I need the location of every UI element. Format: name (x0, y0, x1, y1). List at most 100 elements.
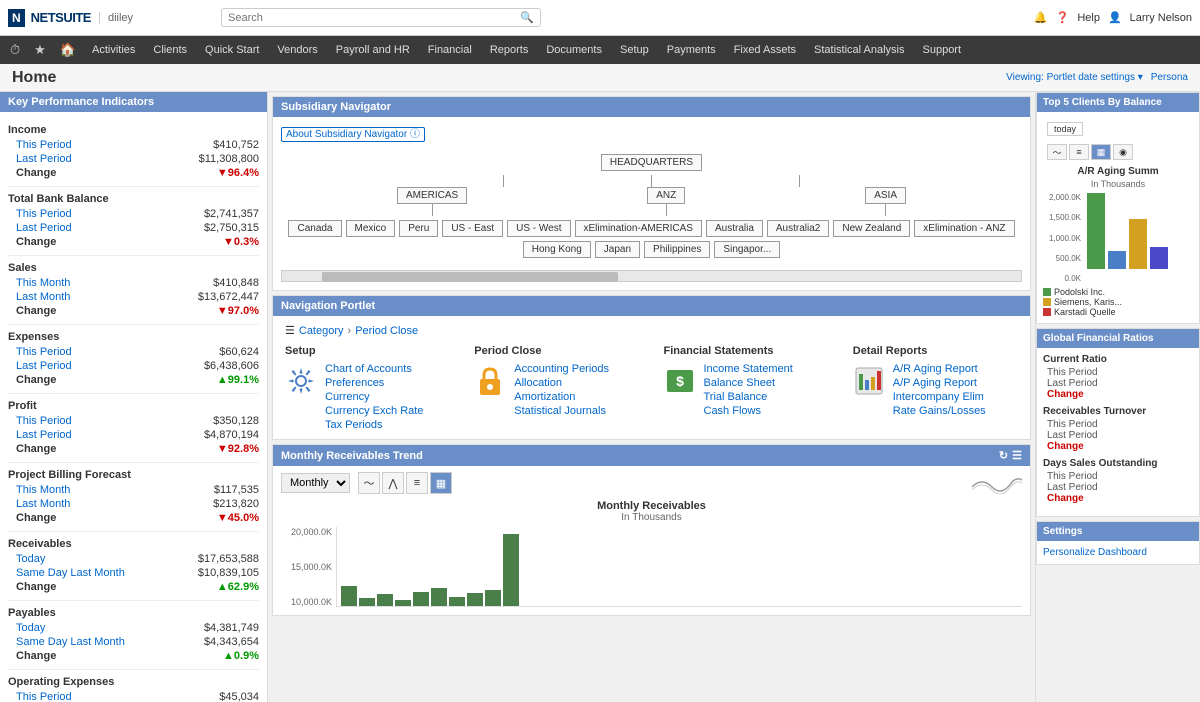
help-label[interactable]: Help (1077, 12, 1100, 24)
kpi-income-lastperiod-label[interactable]: Last Period (16, 153, 72, 165)
kpi-billing-lastmonth-label[interactable]: Last Month (16, 498, 70, 510)
nav-balance-sheet[interactable]: Balance Sheet (704, 377, 793, 389)
nav-reports[interactable]: Reports (482, 40, 537, 60)
subsidiary-scrollbar[interactable] (281, 270, 1022, 282)
nav-chart-of-accounts[interactable]: Chart of Accounts (325, 363, 423, 375)
nav-payments[interactable]: Payments (659, 40, 724, 60)
org-asia[interactable]: ASIA (865, 187, 906, 204)
kpi-profit-lastperiod-label[interactable]: Last Period (16, 429, 72, 441)
help-icon[interactable]: ❓ (1056, 11, 1070, 24)
nav-cash-flows[interactable]: Cash Flows (704, 405, 793, 417)
org-canada[interactable]: Canada (288, 220, 341, 237)
org-japan[interactable]: Japan (595, 241, 640, 258)
nav-income-statement[interactable]: Income Statement (704, 363, 793, 375)
org-americas[interactable]: AMERICAS (397, 187, 467, 204)
org-australia2[interactable]: Australia2 (767, 220, 829, 237)
nav-vendors[interactable]: Vendors (269, 40, 325, 60)
nav-statistical-journals[interactable]: Statistical Journals (514, 405, 609, 417)
alerts-icon[interactable]: 🔔 (1034, 11, 1048, 24)
org-elim-americas[interactable]: xElimination-AMERICAS (575, 220, 702, 237)
favorites-icon[interactable]: ★ (28, 38, 52, 62)
nav-payroll[interactable]: Payroll and HR (328, 40, 418, 60)
bar-chart-btn[interactable]: ▦ (430, 472, 452, 494)
refresh-icon[interactable]: ↻ (999, 449, 1008, 462)
nav-financial[interactable]: Financial (420, 40, 480, 60)
kpi-row: This Period $350,128 (8, 414, 259, 428)
org-branch-americas: AMERICAS (397, 187, 467, 216)
org-peru[interactable]: Peru (399, 220, 438, 237)
user-name[interactable]: Larry Nelson (1130, 12, 1192, 24)
persona-link[interactable]: Persona (1151, 72, 1188, 83)
org-hongkong[interactable]: Hong Kong (523, 241, 591, 258)
org-nz[interactable]: New Zealand (833, 220, 910, 237)
nav-fixed-assets[interactable]: Fixed Assets (726, 40, 804, 60)
org-singapore[interactable]: Singapor... (714, 241, 780, 258)
viewing-portlet-settings[interactable]: Viewing: Portlet date settings ▾ (1006, 72, 1143, 83)
org-us-east[interactable]: US - East (442, 220, 503, 237)
pie-tab[interactable]: ◉ (1113, 144, 1133, 160)
org-anz[interactable]: ANZ (647, 187, 685, 204)
search-bar[interactable]: 🔍 (221, 8, 541, 27)
history-icon[interactable]: ⏱ (4, 38, 26, 62)
line-tab[interactable]: 〜 (1047, 144, 1067, 160)
breadcrumb-category[interactable]: Category (299, 325, 344, 337)
kpi-recv-lastmonth-label[interactable]: Same Day Last Month (16, 567, 125, 579)
kpi-sales-lastmonth-label[interactable]: Last Month (16, 291, 70, 303)
nav-ar-aging-report[interactable]: A/R Aging Report (893, 363, 986, 375)
nav-intercompany-elim[interactable]: Intercompany Elim (893, 391, 986, 403)
table-btn[interactable]: ≡ (406, 472, 428, 494)
nav-clients[interactable]: Clients (145, 40, 195, 60)
org-mexico[interactable]: Mexico (346, 220, 396, 237)
org-us-west[interactable]: US - West (507, 220, 570, 237)
bar-tab[interactable]: ▦ (1091, 144, 1111, 160)
kpi-expenses-thisperiod-label[interactable]: This Period (16, 346, 72, 358)
gfr-dso-this-label: This Period (1047, 471, 1098, 482)
kpi-sales-thismonth-label[interactable]: This Month (16, 277, 70, 289)
kpi-billing-thismonth-value: $117,535 (214, 484, 259, 496)
nav-activities[interactable]: Activities (84, 40, 143, 60)
search-icon[interactable]: 🔍 (520, 11, 534, 24)
personalize-dashboard-link[interactable]: Personalize Dashboard (1043, 547, 1193, 558)
search-input[interactable] (228, 12, 520, 24)
kpi-profit-thisperiod-label[interactable]: This Period (16, 415, 72, 427)
kpi-recv-lastmonth-value: $10,839,105 (198, 567, 259, 579)
nav-documents[interactable]: Documents (538, 40, 610, 60)
kpi-pay-today-label[interactable]: Today (16, 622, 45, 634)
kpi-income-thisperiod-label[interactable]: This Period (16, 139, 72, 151)
kpi-pay-lastmonth-label[interactable]: Same Day Last Month (16, 636, 125, 648)
kpi-expenses-lastperiod-label[interactable]: Last Period (16, 360, 72, 372)
settings-menu-icon[interactable]: ☰ (1012, 449, 1022, 462)
nav-accounting-periods[interactable]: Accounting Periods (514, 363, 609, 375)
nav-quickstart[interactable]: Quick Start (197, 40, 267, 60)
nav-amortization[interactable]: Amortization (514, 391, 609, 403)
org-elim-anz[interactable]: xElimination - ANZ (914, 220, 1014, 237)
area-chart-btn[interactable]: ⋀ (382, 472, 404, 494)
org-headquarters[interactable]: HEADQUARTERS (601, 154, 702, 171)
nav-setup[interactable]: Setup (612, 40, 657, 60)
table-tab[interactable]: ≡ (1069, 144, 1089, 160)
nav-tax-periods[interactable]: Tax Periods (325, 419, 423, 431)
about-subsidiary-link[interactable]: About Subsidiary Navigator ⓘ (281, 127, 425, 142)
kpi-billing-thismonth-label[interactable]: This Month (16, 484, 70, 496)
nav-statistical[interactable]: Statistical Analysis (806, 40, 912, 60)
nav-currency[interactable]: Currency (325, 391, 423, 403)
kpi-bank-thisperiod-label[interactable]: This Period (16, 208, 72, 220)
nav-preferences[interactable]: Preferences (325, 377, 423, 389)
kpi-bank-lastperiod-label[interactable]: Last Period (16, 222, 72, 234)
kpi-bank-thisperiod-value: $2,741,357 (204, 208, 259, 220)
kpi-recv-today-label[interactable]: Today (16, 553, 45, 565)
nav-allocation[interactable]: Allocation (514, 377, 609, 389)
org-philippines[interactable]: Philippines (644, 241, 710, 258)
nav-support[interactable]: Support (915, 40, 970, 60)
monthly-dropdown[interactable]: Monthly (281, 473, 350, 493)
nav-rate-gains-losses[interactable]: Rate Gains/Losses (893, 405, 986, 417)
nav-ap-aging-report[interactable]: A/P Aging Report (893, 377, 986, 389)
breadcrumb-period-close[interactable]: Period Close (355, 325, 418, 337)
nav-trial-balance[interactable]: Trial Balance (704, 391, 793, 403)
line-chart-btn[interactable]: 〜 (358, 472, 380, 494)
home-icon[interactable]: 🏠 (54, 38, 82, 62)
kpi-pay-change-label: Change (16, 650, 56, 662)
kpi-opex-thisperiod-label[interactable]: This Period (16, 691, 72, 702)
org-australia[interactable]: Australia (706, 220, 763, 237)
nav-currency-exch[interactable]: Currency Exch Rate (325, 405, 423, 417)
